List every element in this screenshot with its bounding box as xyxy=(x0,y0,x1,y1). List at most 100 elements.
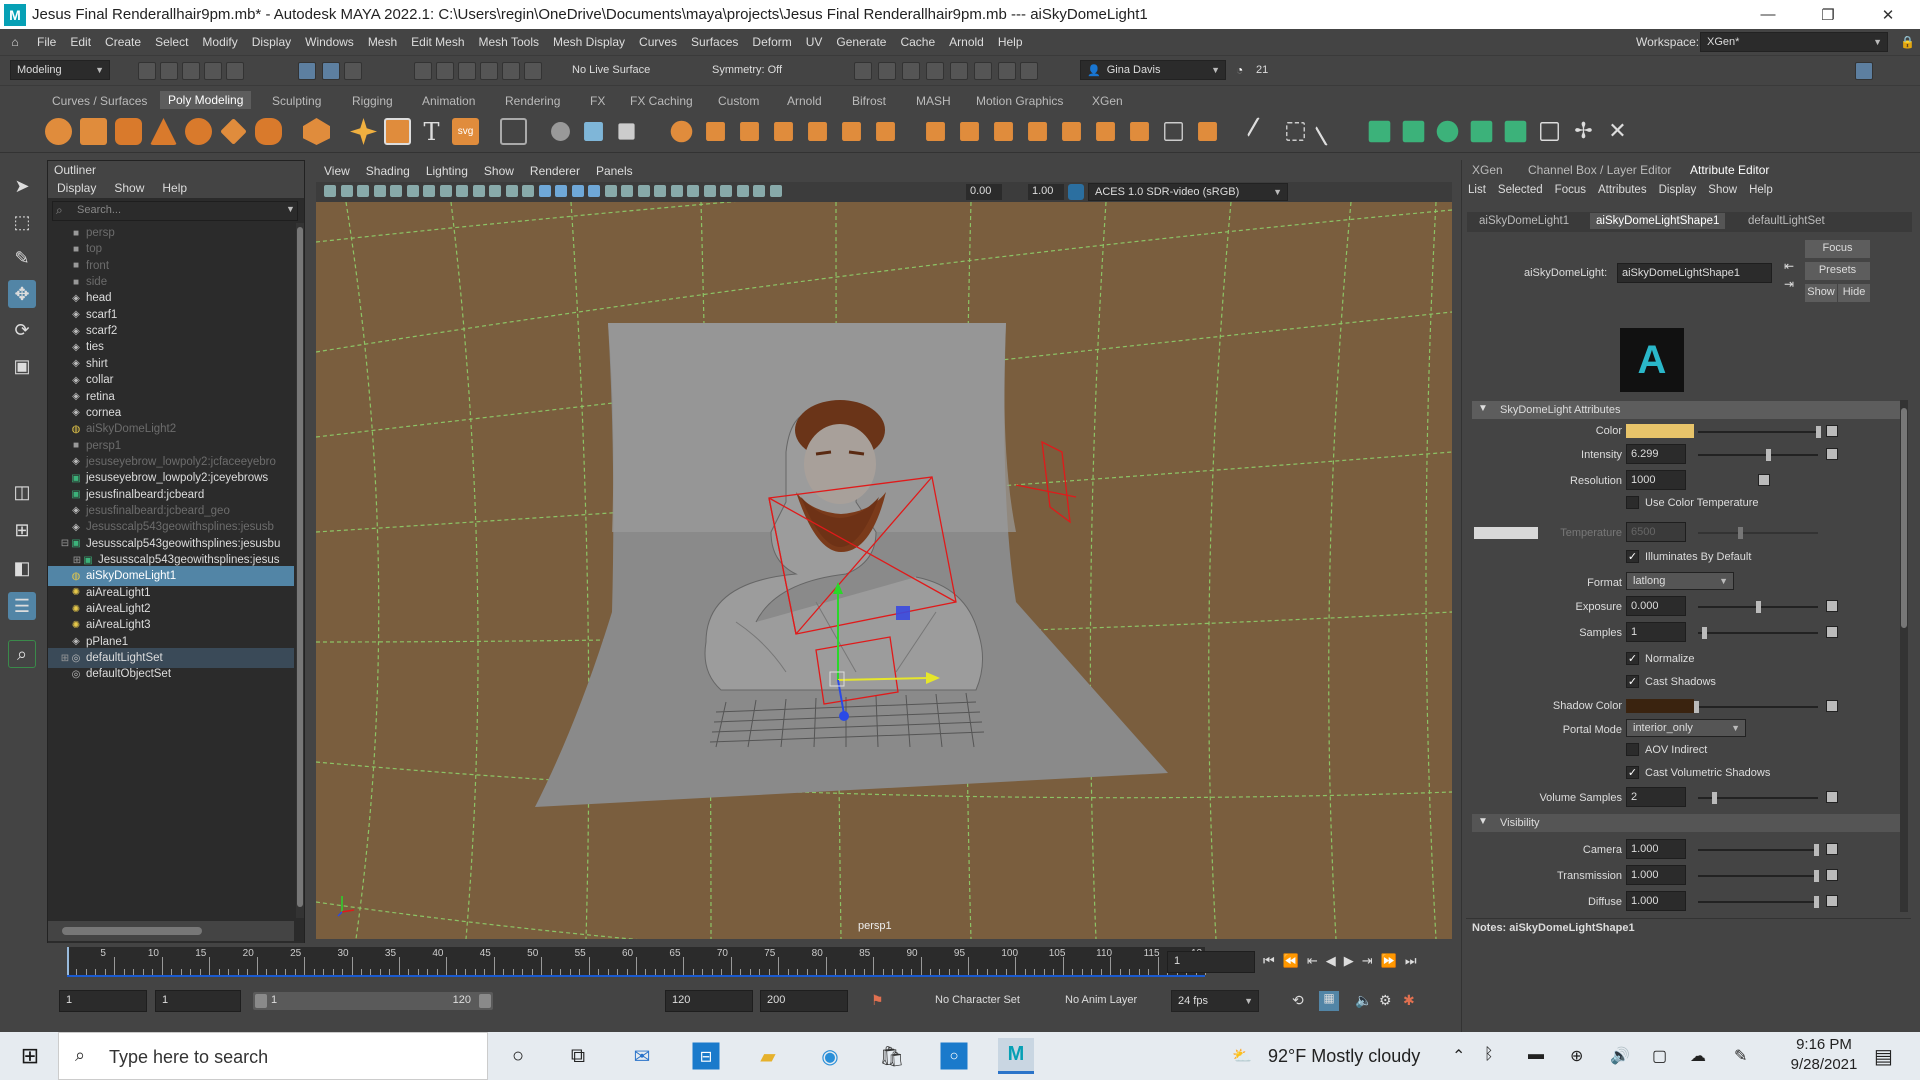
combine-icon[interactable] xyxy=(500,118,527,145)
menu-modify[interactable]: Modify xyxy=(195,35,244,49)
color-map-button[interactable] xyxy=(1826,425,1838,437)
viewport-menu-shading[interactable]: Shading xyxy=(358,164,418,178)
anim-layer-dropdown[interactable]: No Anim Layer xyxy=(1065,994,1137,1006)
textured-icon[interactable] xyxy=(604,185,617,197)
outliner-menu-show[interactable]: Show xyxy=(105,181,153,195)
ae-menu-selected[interactable]: Selected xyxy=(1492,184,1549,196)
svg-icon[interactable]: svg xyxy=(452,118,479,145)
fps-dropdown[interactable]: 24 fps ▼ xyxy=(1171,990,1259,1012)
cortana-icon[interactable]: ○ xyxy=(500,1038,536,1074)
2d-pan-icon[interactable] xyxy=(390,185,402,197)
normalize-checkbox[interactable]: ✓ xyxy=(1626,652,1639,665)
diffuse-field[interactable]: 1.000 xyxy=(1626,891,1686,911)
current-time-indicator[interactable] xyxy=(67,947,69,977)
menu-mesh[interactable]: Mesh xyxy=(361,35,404,49)
minimize-button[interactable]: — xyxy=(1740,0,1796,29)
section-header-skydome[interactable]: ▼ SkyDomeLight Attributes xyxy=(1472,401,1908,419)
arnold-render-icon[interactable] xyxy=(974,62,992,80)
diffuse-knob[interactable] xyxy=(1814,896,1819,908)
ae-menu-show[interactable]: Show xyxy=(1702,184,1743,196)
uv-editor-icon[interactable] xyxy=(1368,120,1391,143)
cache-playback-icon[interactable]: ▦ xyxy=(1319,991,1339,1011)
tray-overflow-icon[interactable]: ⌃ xyxy=(1452,1046,1465,1066)
volume-samples-slider[interactable] xyxy=(1698,792,1818,804)
screen-space-ao-icon[interactable] xyxy=(654,185,666,197)
snap-point-icon[interactable] xyxy=(458,62,476,80)
shelf-tab-curves[interactable]: Curves / Surfaces xyxy=(52,94,147,108)
shadow-color-slider[interactable] xyxy=(1694,701,1818,713)
exposure-map-button[interactable] xyxy=(1826,600,1838,612)
anim-prefs-icon[interactable]: ✱ xyxy=(1403,992,1415,1009)
menu-create[interactable]: Create xyxy=(98,35,148,49)
shelf-tab-poly-modeling[interactable]: Poly Modeling xyxy=(160,91,252,109)
shelf-tab-motion-graphics[interactable]: Motion Graphics xyxy=(976,94,1063,108)
intensity-map-button[interactable] xyxy=(1826,448,1838,460)
exposure-slider-knob[interactable] xyxy=(1756,601,1761,613)
near-clip-field[interactable]: 0.00 xyxy=(966,184,1002,200)
menu-help[interactable]: Help xyxy=(991,35,1030,49)
bevel-icon[interactable] xyxy=(740,122,759,141)
shelf-tab-rendering[interactable]: Rendering xyxy=(505,94,560,108)
shadow-color-slider-knob[interactable] xyxy=(1694,701,1699,713)
time-slider-track[interactable]: 5 10 15 20 25 30 35 40 45 50 55 60 65 70 75 80 85 90 95 100… xyxy=(67,947,1206,977)
menu-edit-mesh[interactable]: Edit Mesh xyxy=(404,35,471,49)
focus-button[interactable]: Focus xyxy=(1805,240,1870,258)
shelf-tab-custom[interactable]: Custom xyxy=(718,94,759,108)
language-icon[interactable]: ⊕ xyxy=(1570,1046,1583,1066)
poly-plane-icon[interactable] xyxy=(220,118,247,145)
crease-icon[interactable] xyxy=(1246,116,1277,147)
append-polygon-icon[interactable] xyxy=(808,122,827,141)
pause-icon[interactable] xyxy=(1020,62,1038,80)
extrude-icon[interactable] xyxy=(670,120,693,143)
ae-menu-help[interactable]: Help xyxy=(1743,184,1779,196)
menu-mesh-tools[interactable]: Mesh Tools xyxy=(472,35,546,49)
boolean-icon[interactable] xyxy=(618,123,635,140)
isolate-select-icon[interactable] xyxy=(720,185,732,197)
exposure-field[interactable]: 0.000 xyxy=(1626,596,1686,616)
xray-joints-icon[interactable] xyxy=(753,185,765,197)
samples-slider[interactable] xyxy=(1698,627,1818,639)
outliner-menu-help[interactable]: Help xyxy=(153,181,196,195)
camera-visibility-field[interactable]: 1.000 xyxy=(1626,839,1686,859)
ae-scroll-thumb[interactable] xyxy=(1901,408,1907,628)
time-slider[interactable]: 5 10 15 20 25 30 35 40 45 50 55 60 65 70 75 80 85 90 95 100… xyxy=(47,943,1462,979)
samples-slider-knob[interactable] xyxy=(1702,627,1707,639)
store-icon[interactable]: 🛍 xyxy=(874,1038,910,1074)
menu-mesh-display[interactable]: Mesh Display xyxy=(546,35,632,49)
safe-title-icon[interactable] xyxy=(522,185,534,197)
exposure-slider[interactable] xyxy=(1698,601,1818,613)
playback-controls[interactable]: ⏮⏪⇤◀▶⇥⏩⏭ xyxy=(1263,953,1425,969)
camera-visibility-knob[interactable] xyxy=(1814,844,1819,856)
workspace-dropdown[interactable]: XGen* ▼ xyxy=(1700,32,1888,52)
diffuse-slider[interactable] xyxy=(1698,896,1819,908)
character-set-dropdown[interactable]: No Character Set xyxy=(935,994,1020,1006)
layout-toolbox-icon[interactable] xyxy=(1855,62,1873,80)
resolution-map-button[interactable] xyxy=(1758,474,1770,486)
volume-samples-slider-knob[interactable] xyxy=(1712,792,1717,804)
diffuse-map-button[interactable] xyxy=(1826,895,1838,907)
volume-samples-field[interactable]: 2 xyxy=(1626,787,1686,807)
notes-area[interactable]: Notes: aiSkyDomeLightShape1 xyxy=(1466,918,1911,1028)
cast-volumetric-shadows-checkbox[interactable]: ✓ xyxy=(1626,766,1639,779)
grid-icon[interactable] xyxy=(423,185,435,197)
current-frame-field[interactable]: 1 xyxy=(1167,951,1255,973)
sweep-mesh-icon[interactable] xyxy=(384,118,411,145)
snap-curve-icon[interactable] xyxy=(436,62,454,80)
aov-indirect-checkbox[interactable] xyxy=(1626,743,1639,756)
select-by-component-icon[interactable] xyxy=(344,62,362,80)
use-all-lights-icon[interactable] xyxy=(621,185,633,197)
playblast-icon[interactable] xyxy=(998,62,1016,80)
layout-uv-icon[interactable] xyxy=(1540,122,1559,141)
layout-single-icon[interactable] xyxy=(1805,62,1823,80)
show-button[interactable]: Show xyxy=(1805,284,1837,302)
poly-torus-icon[interactable] xyxy=(185,118,212,145)
outliner-menu-display[interactable]: Display xyxy=(48,181,105,195)
motion-blur-icon[interactable] xyxy=(670,185,683,197)
menu-edit[interactable]: Edit xyxy=(63,35,98,49)
bookmark-icon[interactable] xyxy=(357,185,369,197)
bridge-icon[interactable] xyxy=(706,122,725,141)
use-color-temperature-checkbox[interactable] xyxy=(1626,496,1639,509)
user-account-dropdown[interactable]: 👤 Gina Davis ▼ xyxy=(1080,60,1226,80)
task-view-icon[interactable]: ⧉ xyxy=(560,1038,596,1074)
film-gate-icon[interactable] xyxy=(439,185,452,197)
